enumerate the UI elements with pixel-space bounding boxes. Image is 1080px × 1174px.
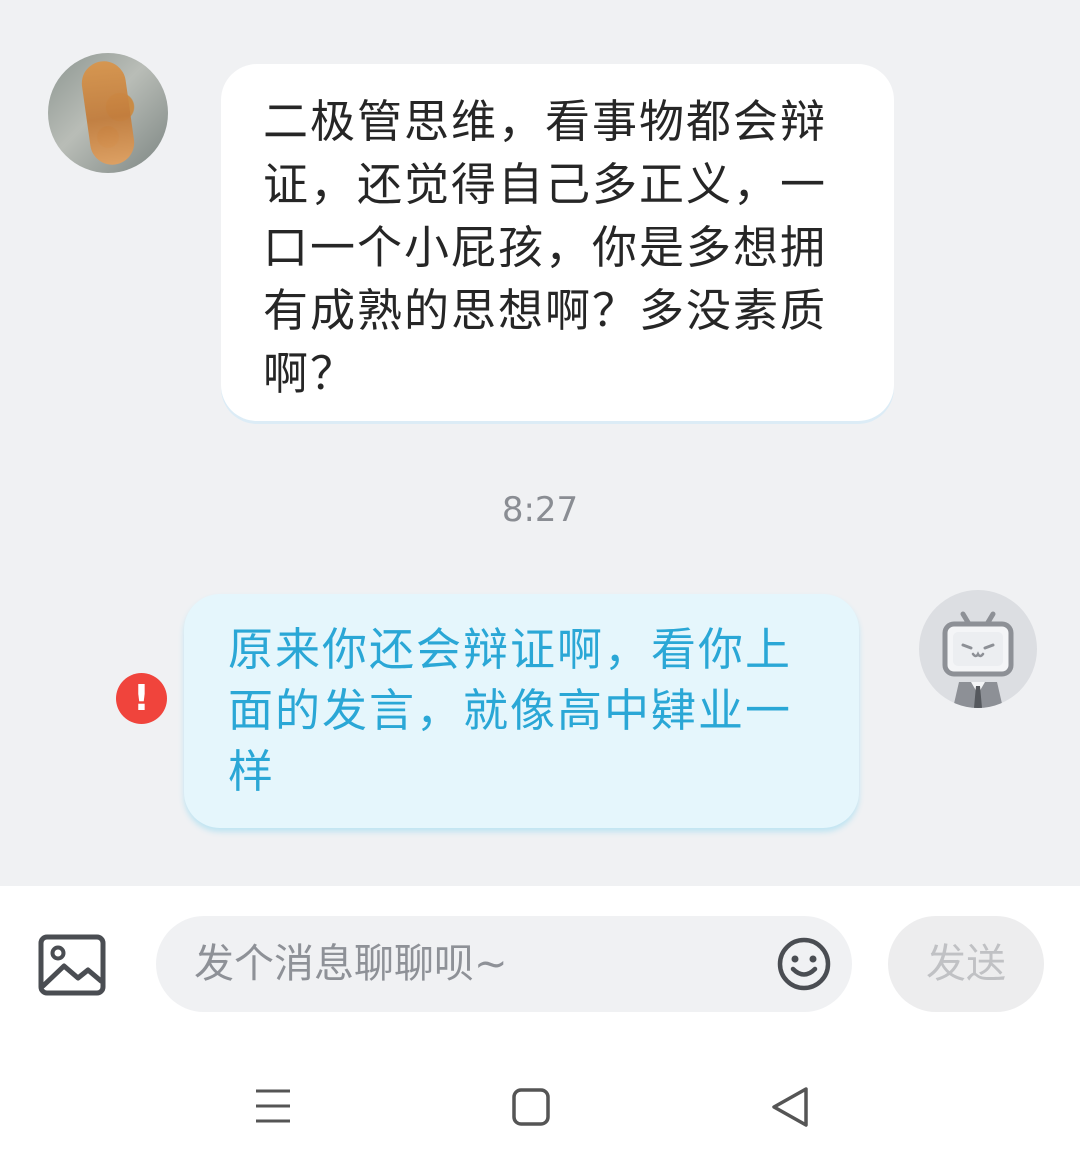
message-input-placeholder: 发个消息聊聊呗~	[194, 941, 508, 987]
menu-icon[interactable]	[254, 1086, 292, 1126]
error-exclamation-icon[interactable]: !	[116, 673, 167, 724]
cat-photo	[78, 58, 138, 168]
emoji-icon[interactable]	[776, 936, 832, 992]
message-timestamp: 8:27	[501, 490, 579, 530]
send-button[interactable]: 发送	[888, 916, 1044, 1012]
chat-area[interactable]: 二极管思维，看事物都会辩证，还觉得自己多正义，一口一个小屁孩，你是多想拥有成熟的…	[0, 0, 1080, 886]
bottom-bar: 发个消息聊聊呗~ 发送	[0, 886, 1080, 1174]
outgoing-message-text: 原来你还会辩证啊，看你上面的发言，就像高中肄业一样	[228, 623, 793, 798]
message-input[interactable]: 发个消息聊聊呗~	[156, 916, 852, 1012]
outgoing-message-bubble[interactable]: 原来你还会辩证啊，看你上面的发言，就像高中肄业一样	[184, 594, 859, 828]
back-triangle-icon[interactable]	[770, 1086, 810, 1128]
incoming-message-text: 二极管思维，看事物都会辩证，还觉得自己多正义，一口一个小屁孩，你是多想拥有成熟的…	[263, 95, 828, 400]
incoming-message-bubble[interactable]: 二极管思维，看事物都会辩证，还觉得自己多正义，一口一个小屁孩，你是多想拥有成熟的…	[221, 64, 894, 421]
home-square-icon[interactable]	[512, 1088, 550, 1126]
contact-avatar[interactable]	[48, 53, 168, 173]
my-avatar[interactable]	[919, 590, 1037, 708]
tv-mascot-icon	[942, 611, 1014, 708]
image-icon[interactable]	[38, 934, 106, 996]
